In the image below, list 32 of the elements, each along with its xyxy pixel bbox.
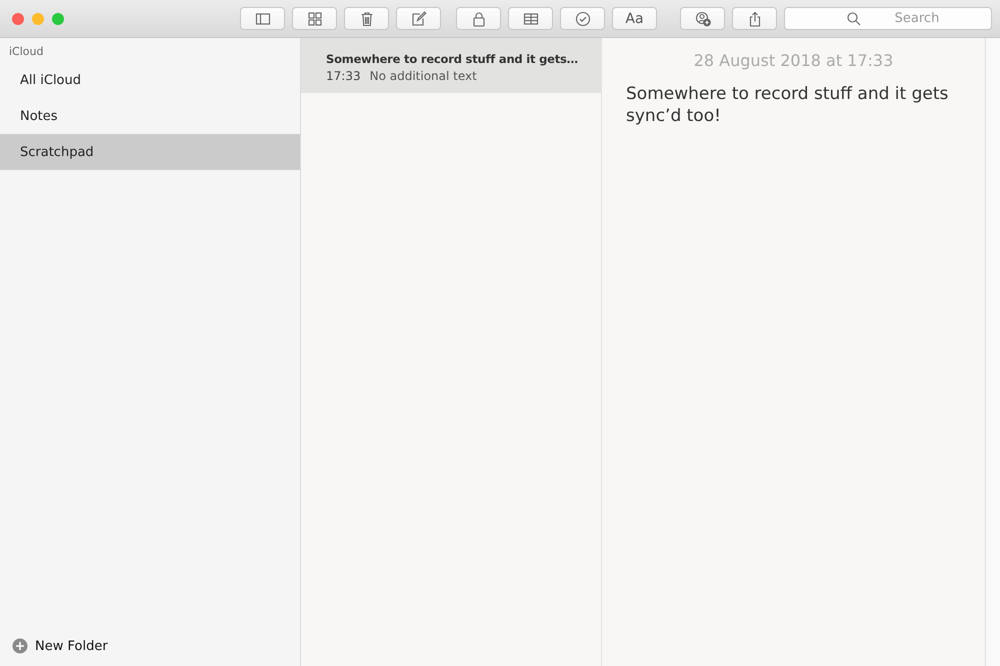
search-field[interactable]: Search xyxy=(784,7,992,30)
delete-button[interactable] xyxy=(344,7,389,30)
table-button[interactable] xyxy=(508,7,553,30)
compose-icon xyxy=(410,10,426,26)
grid-icon xyxy=(306,10,322,26)
compose-button[interactable] xyxy=(396,7,441,30)
checklist-button[interactable] xyxy=(560,7,605,30)
trash-icon xyxy=(358,10,374,26)
share-button[interactable] xyxy=(732,7,777,30)
add-icon[interactable] xyxy=(12,638,28,654)
note-body[interactable]: Somewhere to record stuff and it gets sync’d too! xyxy=(626,83,956,127)
new-folder-button[interactable]: New Folder xyxy=(35,638,108,654)
sidebar-icon xyxy=(254,10,270,26)
note-item[interactable]: Somewhere to record stuff and it gets… 17:33 No additional text xyxy=(301,38,601,93)
gallery-button[interactable] xyxy=(292,7,337,30)
table-icon xyxy=(522,10,538,26)
format-button[interactable]: Aa xyxy=(612,7,657,30)
checkmark-circle-icon xyxy=(574,10,590,26)
lock-button[interactable] xyxy=(456,7,501,30)
note-date: 28 August 2018 at 17:33 xyxy=(692,51,894,70)
person-add-icon xyxy=(694,10,710,26)
search-icon xyxy=(846,11,862,27)
lock-icon xyxy=(470,10,486,26)
sidebar-toggle-button[interactable] xyxy=(240,7,285,30)
folder-item[interactable]: Notes xyxy=(0,98,300,134)
note-preview: No additional text xyxy=(370,69,477,83)
account-label: iCloud xyxy=(8,44,44,60)
folder-item[interactable]: All iCloud xyxy=(0,62,300,98)
note-title: Somewhere to record stuff and it gets… xyxy=(326,52,578,66)
folder-item[interactable]: Scratchpad xyxy=(0,134,300,170)
note-time: 17:33 xyxy=(326,69,361,83)
add-people-button[interactable] xyxy=(680,7,725,30)
